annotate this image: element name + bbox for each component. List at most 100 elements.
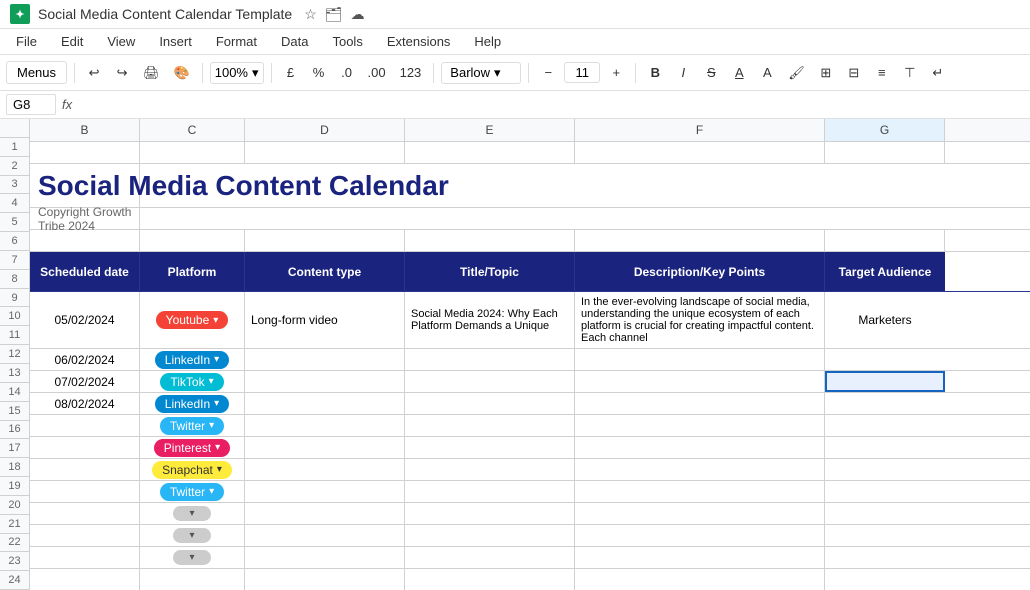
platform-badge-0[interactable]: Youtube ▾: [156, 311, 229, 329]
col-header-e[interactable]: E: [405, 119, 575, 141]
cell-c1[interactable]: [140, 142, 245, 163]
th-platform-text: Platform: [168, 265, 217, 279]
cell-audience-0[interactable]: Marketers: [825, 292, 945, 348]
cloud-icon[interactable]: ☁: [351, 6, 365, 23]
menu-tools[interactable]: Tools: [326, 31, 368, 52]
star-icon[interactable]: ☆: [304, 6, 317, 23]
cell-platform-4[interactable]: Twitter ▾: [140, 415, 245, 436]
sheet-title-cell[interactable]: Social Media Content Calendar: [30, 164, 140, 207]
platform-badge-1[interactable]: LinkedIn ▾: [155, 351, 229, 369]
bold-button[interactable]: B: [643, 60, 667, 86]
inc-decimals-button[interactable]: .00: [363, 60, 391, 86]
cell-e1[interactable]: [405, 142, 575, 163]
fill-color-button[interactable]: 🖌: [783, 60, 810, 86]
col-header-g[interactable]: G: [825, 119, 945, 141]
zoom-dropdown[interactable]: 100% ▾: [210, 62, 264, 84]
cell-platform-8[interactable]: ▾: [140, 503, 245, 524]
cell-f1[interactable]: [575, 142, 825, 163]
menu-edit[interactable]: Edit: [55, 31, 89, 52]
underline-button[interactable]: A: [727, 60, 751, 86]
cell-reference[interactable]: [6, 94, 56, 115]
dec-decimals-button[interactable]: .0: [335, 60, 359, 86]
strikethrough-button[interactable]: S: [699, 60, 723, 86]
platform-badge-2[interactable]: TikTok ▾: [160, 373, 223, 391]
col-header-c[interactable]: C: [140, 119, 245, 141]
menu-help[interactable]: Help: [468, 31, 507, 52]
col-header-d[interactable]: D: [245, 119, 405, 141]
cell-d1[interactable]: [245, 142, 405, 163]
platform-badge-10[interactable]: ▾: [173, 550, 210, 565]
cell-platform-9[interactable]: ▾: [140, 525, 245, 546]
cell-platform-7[interactable]: Twitter ▾: [140, 481, 245, 502]
table-row: Snapchat ▾: [30, 459, 1030, 481]
cell-platform-1[interactable]: LinkedIn ▾: [140, 349, 245, 370]
currency-button[interactable]: £: [279, 60, 303, 86]
print-button[interactable]: 🖨: [138, 60, 165, 86]
platform-badge-5[interactable]: Pinterest ▾: [154, 439, 230, 457]
cell-g1[interactable]: [825, 142, 945, 163]
cell-date-2[interactable]: 07/02/2024: [30, 371, 140, 392]
menu-format[interactable]: Format: [210, 31, 263, 52]
badge-chevron-0: ▾: [213, 315, 218, 326]
format-123-button[interactable]: 123: [395, 60, 427, 86]
th-audience[interactable]: Target Audience: [825, 252, 945, 291]
platform-badge-9[interactable]: ▾: [173, 528, 210, 543]
cell-contenttype-0[interactable]: Long-form video: [245, 292, 405, 348]
italic-button[interactable]: I: [671, 60, 695, 86]
borders-button[interactable]: ⊞: [814, 60, 838, 86]
platform-badge-8[interactable]: ▾: [173, 506, 210, 521]
col-header-b[interactable]: B: [30, 119, 140, 141]
cell-platform-5[interactable]: Pinterest ▾: [140, 437, 245, 458]
percent-button[interactable]: %: [307, 60, 331, 86]
font-size-box[interactable]: 11: [564, 62, 600, 83]
menu-file[interactable]: File: [10, 31, 43, 52]
valign-button[interactable]: ⊤: [898, 60, 922, 86]
col-header-f[interactable]: F: [575, 119, 825, 141]
platform-badge-4[interactable]: Twitter ▾: [160, 417, 224, 435]
menu-insert[interactable]: Insert: [153, 31, 198, 52]
menu-view[interactable]: View: [101, 31, 141, 52]
th-content-type-text: Content type: [288, 265, 361, 279]
font-size-increase[interactable]: +: [604, 60, 628, 86]
th-title-topic[interactable]: Title/Topic: [405, 252, 575, 291]
menu-data[interactable]: Data: [275, 31, 314, 52]
cell-date-3[interactable]: 08/02/2024: [30, 393, 140, 414]
corner-cell: [0, 119, 29, 138]
th-scheduled-date[interactable]: Scheduled date: [30, 252, 140, 291]
cell-date-1[interactable]: 06/02/2024: [30, 349, 140, 370]
cell-b1[interactable]: [30, 142, 140, 163]
undo-button[interactable]: ↩: [82, 60, 106, 86]
copyright-cell[interactable]: Copyright Growth Tribe 2024: [30, 205, 140, 233]
platform-badge-6[interactable]: Snapchat ▾: [152, 461, 232, 479]
cell-platform-0[interactable]: Youtube ▾: [140, 292, 245, 348]
th-content-type[interactable]: Content type: [245, 252, 405, 291]
cell-platform-10[interactable]: ▾: [140, 547, 245, 568]
folder-icon[interactable]: 🗂: [325, 6, 343, 23]
font-value: Barlow: [450, 65, 490, 80]
right-col: B C D E F G: [30, 119, 1030, 590]
cell-title-0[interactable]: Social Media 2024: Why Each Platform Dem…: [405, 292, 575, 348]
th-desc[interactable]: Description/Key Points: [575, 252, 825, 291]
formula-input[interactable]: [78, 95, 1024, 114]
merge-button[interactable]: ⊟: [842, 60, 866, 86]
cell-platform-6[interactable]: Snapchat ▾: [140, 459, 245, 480]
cell-platform-3[interactable]: LinkedIn ▾: [140, 393, 245, 414]
paint-format-button[interactable]: 🎨: [169, 60, 195, 86]
row-22: 22: [0, 534, 29, 553]
align-button[interactable]: ≡: [870, 60, 894, 86]
cell-platform-2[interactable]: TikTok ▾: [140, 371, 245, 392]
text-color-button[interactable]: A: [755, 60, 779, 86]
cell-desc-0[interactable]: In the ever-evolving landscape of social…: [575, 292, 825, 348]
th-platform[interactable]: Platform: [140, 252, 245, 291]
font-dropdown[interactable]: Barlow ▾: [441, 62, 521, 84]
platform-badge-3[interactable]: LinkedIn ▾: [155, 395, 229, 413]
platform-badge-7[interactable]: Twitter ▾: [160, 483, 224, 501]
cell-date-0[interactable]: 05/02/2024: [30, 292, 140, 348]
menu-extensions[interactable]: Extensions: [381, 31, 457, 52]
redo-button[interactable]: ↪: [110, 60, 134, 86]
wrap-button[interactable]: ↵: [926, 60, 950, 86]
fx-label: fx: [62, 97, 72, 112]
cell-g-selected[interactable]: [825, 371, 945, 392]
font-size-decrease[interactable]: −: [536, 60, 560, 86]
menus-button[interactable]: Menus: [6, 61, 67, 84]
